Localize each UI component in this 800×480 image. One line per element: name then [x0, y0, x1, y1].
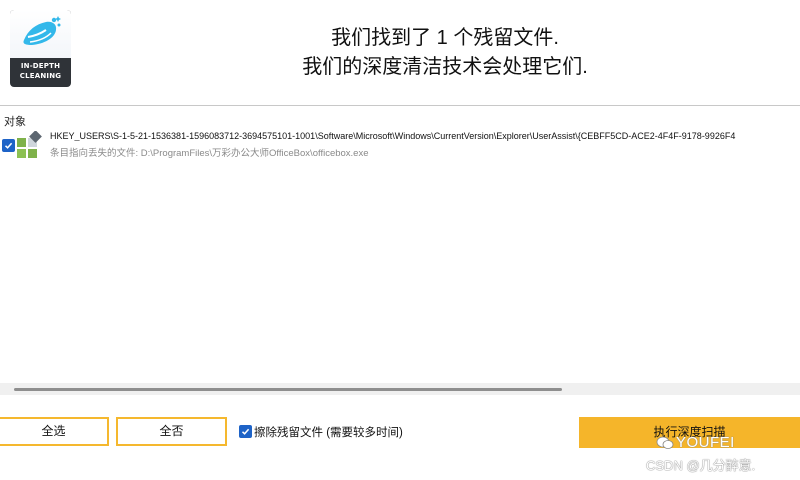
registry-path: HKEY_USERS\S-1-5-21-1536381-1596083712-3… — [50, 131, 736, 141]
app-logo: IN-DEPTH CLEANING — [10, 10, 71, 87]
erase-residual-checkbox[interactable] — [239, 425, 252, 438]
checkmark-icon — [241, 428, 250, 435]
headline-line2: 我们的深度清洁技术会处理它们. — [302, 56, 588, 78]
erase-residual-label[interactable]: 擦除残留文件 (需要较多时间) — [254, 424, 403, 440]
page-title: 我们找到了 1 个残留文件. 我们的深度清洁技术会处理它们. — [200, 24, 690, 82]
column-header-object[interactable]: 对象 — [4, 113, 26, 129]
wechat-icon — [656, 436, 674, 449]
watermark-author: YOUFEI — [676, 434, 735, 451]
logo-text: IN-DEPTH CLEANING — [19, 62, 62, 80]
watermark-source: CSDN @几分醉意. — [646, 458, 756, 473]
header-divider — [0, 105, 800, 106]
select-none-button[interactable]: 全否 — [116, 417, 227, 446]
select-all-button[interactable]: 全选 — [0, 417, 109, 446]
item-checkbox[interactable] — [2, 139, 15, 152]
checkmark-icon — [4, 142, 13, 149]
headline-line1: 我们找到了 1 个残留文件. — [331, 27, 559, 49]
cleaning-splash-icon — [10, 10, 71, 58]
registry-icon — [16, 130, 44, 159]
scrollbar-thumb[interactable] — [14, 388, 562, 391]
item-description: 条目指向丢失的文件: D:\ProgramFiles\万彩办公大师OfficeB… — [50, 148, 369, 159]
list-item[interactable]: HKEY_USERS\S-1-5-21-1536381-1596083712-3… — [0, 128, 800, 160]
